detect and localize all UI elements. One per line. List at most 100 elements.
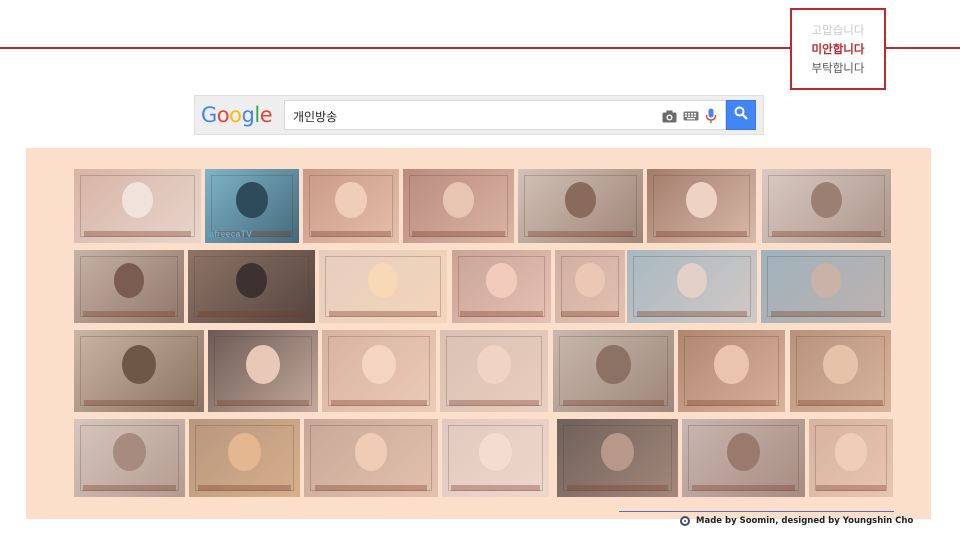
thumb-streamer-4[interactable] — [319, 250, 447, 323]
thumb-multi-screen[interactable] — [74, 250, 184, 323]
thumb-desk-setup[interactable] — [188, 250, 315, 323]
footer-rule — [619, 511, 894, 512]
thumbnail-strip — [655, 231, 748, 237]
thumbnail-subject — [596, 344, 631, 385]
thumbnail-subject — [575, 263, 605, 297]
thumbnail-strip — [314, 485, 428, 491]
thumbnail-strip — [815, 485, 887, 491]
thumb-streamer-1[interactable] — [303, 169, 399, 243]
target-icon — [680, 516, 690, 526]
thumb-streamer-9[interactable] — [678, 330, 785, 412]
thumbnail-subject — [810, 182, 843, 219]
thumbnail-strip — [450, 485, 541, 491]
thumb-phone-stream[interactable] — [682, 419, 805, 497]
thumbnail-strip — [772, 231, 881, 237]
thumbnail-strip — [310, 231, 392, 237]
logo-letter: e — [259, 103, 273, 127]
microphone-icon[interactable] — [703, 108, 719, 124]
image-results-grid: afreecaTV — [26, 148, 931, 519]
thumbnail-subject — [236, 263, 267, 299]
thumb-streamer-6[interactable] — [555, 250, 625, 323]
thumb-streamer-7[interactable] — [322, 330, 436, 412]
logo-letter: g — [241, 103, 255, 127]
thumbnail-strip — [448, 400, 540, 406]
credit-text: Made by Soomin, designed by Youngshin Ch… — [696, 516, 914, 526]
thumbnail-strip — [198, 311, 305, 317]
google-logo: G o o g l e — [195, 103, 281, 127]
thumbnail-strip — [411, 231, 506, 237]
phrase-please: 부탁합니다 — [811, 61, 865, 75]
thumbnail-strip — [197, 485, 292, 491]
thumbnail-subject — [601, 433, 634, 471]
thumb-chat-overlay[interactable] — [762, 169, 891, 243]
phrase-thanks: 고맙습니다 — [811, 23, 865, 37]
google-search-bar: G o o g l e 개인방송 — [194, 95, 764, 135]
thumbnail-strip — [798, 400, 883, 406]
thumbnail-subject — [121, 182, 154, 219]
thumbnail-subject — [727, 433, 760, 471]
phrase-box: 고맙습니다 미안합니다 부탁합니다 — [790, 8, 886, 90]
thumbnail-caption: afreecaTV — [209, 229, 253, 239]
thumb-streamer-5[interactable] — [452, 250, 551, 323]
thumbnail-strip — [84, 400, 194, 406]
thumbnail-subject — [486, 263, 517, 299]
header-rule-right — [886, 47, 960, 49]
thumb-streamer-8[interactable] — [440, 330, 548, 412]
thumbnail-strip — [84, 231, 191, 237]
logo-letter: o — [216, 103, 230, 127]
thumbnail-subject — [113, 433, 146, 471]
thumbnail-subject — [479, 433, 512, 471]
thumbnail-strip — [686, 400, 777, 406]
thumbnail-subject — [354, 433, 388, 471]
thumbnail-strip — [528, 231, 633, 237]
thumbnail-subject — [442, 182, 475, 219]
thumbnail-subject — [685, 182, 718, 219]
thumbnail-strip — [637, 311, 747, 317]
thumbnail-strip — [329, 311, 437, 317]
thumbnail-subject — [228, 433, 261, 471]
thumbnail-strip — [331, 400, 427, 406]
thumbnail-strip — [566, 485, 669, 491]
thumb-news-1[interactable] — [518, 169, 643, 243]
thumbnail-strip — [771, 311, 881, 317]
thumb-bedroom[interactable] — [74, 419, 185, 497]
search-query: 개인방송 — [293, 110, 338, 124]
search-button[interactable] — [726, 100, 756, 130]
credit: Made by Soomin, designed by Youngshin Ch… — [680, 516, 913, 526]
thumbnail-strip — [691, 485, 796, 491]
thumb-kitchen[interactable] — [74, 330, 204, 412]
thumbnail-strip — [82, 485, 177, 491]
camera-icon[interactable] — [661, 108, 677, 124]
thumb-news-2[interactable] — [627, 250, 757, 323]
thumbnail-subject — [714, 344, 749, 385]
slide: 고맙습니다 미안합니다 부탁합니다 G o o g l e 개인방송 afree… — [0, 0, 960, 540]
thumb-blurred-stream[interactable] — [74, 169, 201, 243]
search-icon — [734, 106, 748, 125]
thumb-streamer-10[interactable] — [304, 419, 438, 497]
thumbnail-subject — [236, 182, 268, 219]
thumbnail-strip — [562, 400, 665, 406]
thumb-streamer-2[interactable] — [403, 169, 514, 243]
thumb-video-editor[interactable] — [557, 419, 678, 497]
thumb-streamer-12[interactable] — [809, 419, 893, 497]
thumb-eating[interactable] — [189, 419, 300, 497]
logo-letter: G — [201, 103, 217, 127]
thumb-two-people[interactable] — [790, 330, 891, 412]
search-input[interactable]: 개인방송 — [284, 100, 726, 130]
thumb-news-3[interactable] — [761, 250, 891, 323]
thumb-streamer-11[interactable] — [442, 419, 549, 497]
thumbnail-strip — [459, 311, 544, 317]
logo-letter: o — [229, 103, 242, 127]
thumb-streamer-3[interactable] — [647, 169, 756, 243]
phrase-sorry: 미안합니다 — [811, 42, 865, 56]
thumb-room[interactable] — [553, 330, 674, 412]
keyboard-icon[interactable] — [683, 108, 699, 124]
thumbnail-strip — [82, 311, 176, 317]
thumbnail-subject — [335, 182, 367, 219]
thumbnail-strip — [216, 400, 310, 406]
thumb-afreecatv[interactable]: afreecaTV — [205, 169, 299, 243]
thumb-player[interactable] — [208, 330, 318, 412]
thumbnail-subject — [823, 344, 858, 385]
thumbnail-strip — [560, 311, 620, 317]
thumbnail-subject — [834, 433, 868, 471]
